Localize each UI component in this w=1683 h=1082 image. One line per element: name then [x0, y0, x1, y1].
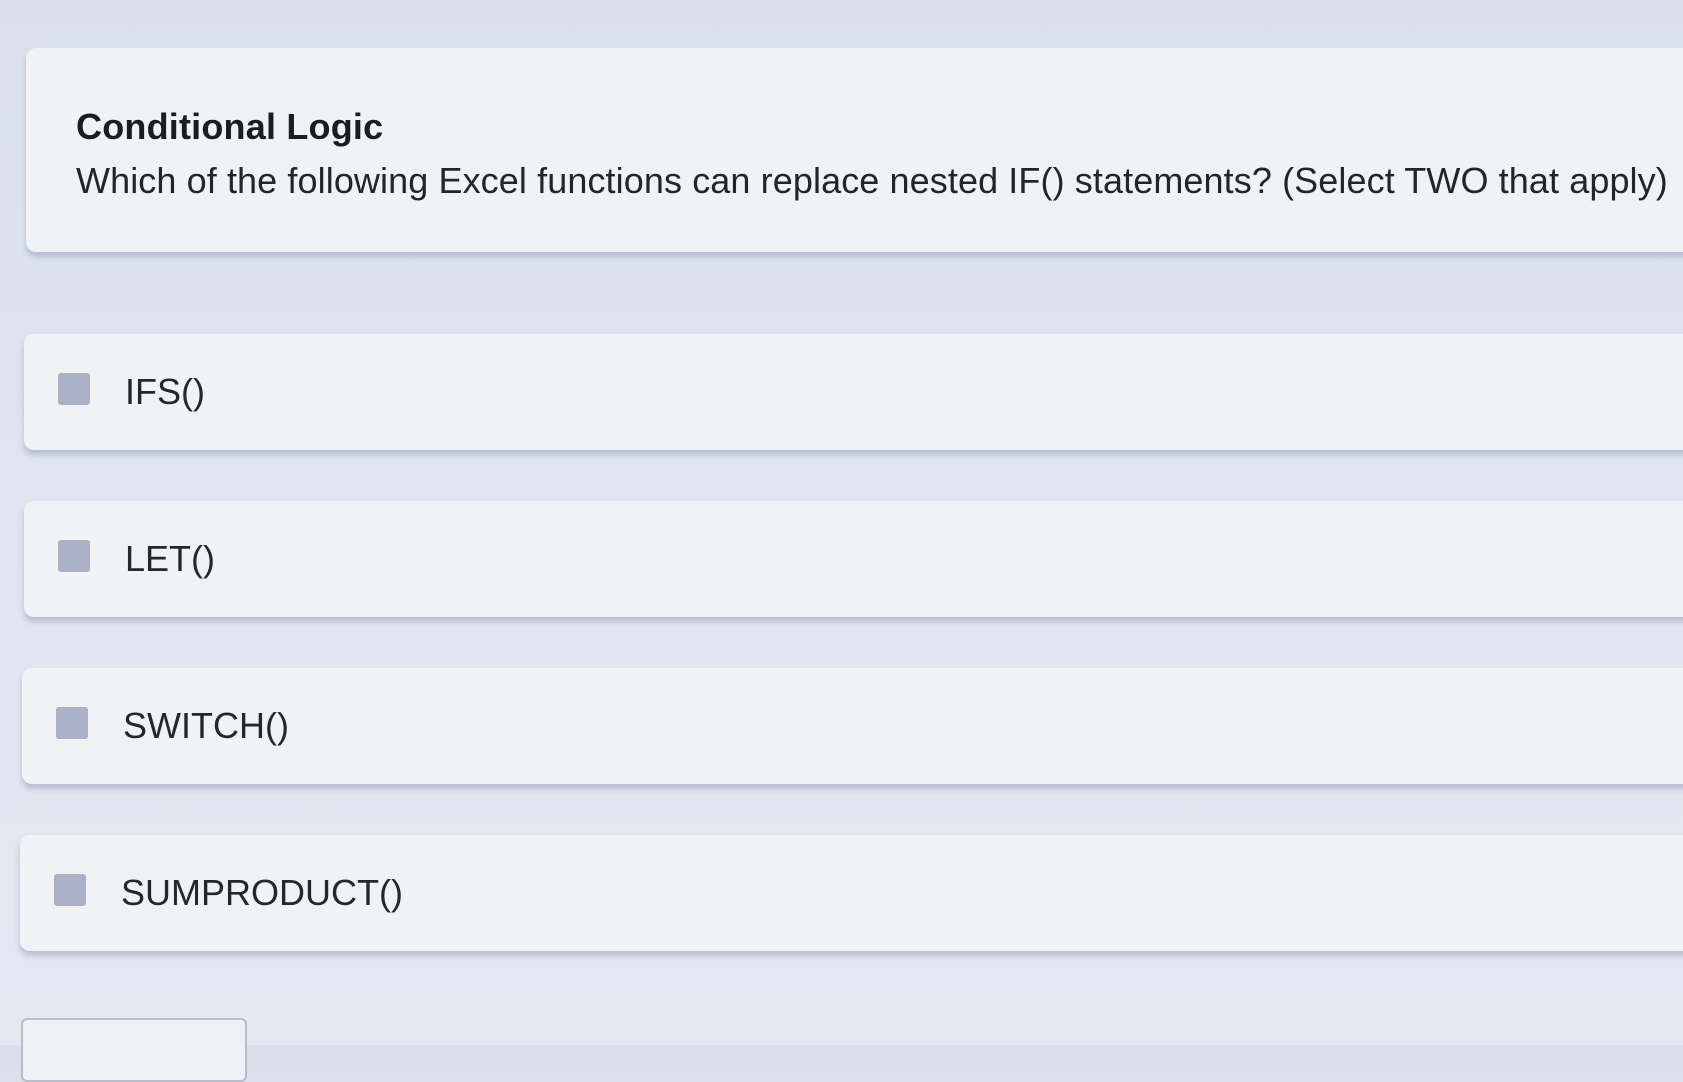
option-checkbox[interactable]: [56, 707, 88, 739]
question-text: Which of the following Excel functions c…: [76, 160, 1668, 201]
question-card: [26, 48, 1683, 252]
option-let[interactable]: LET(): [24, 501, 1683, 617]
option-label: IFS(): [125, 371, 205, 412]
option-label: SWITCH(): [123, 705, 289, 746]
option-checkbox[interactable]: [58, 540, 90, 572]
option-label: SUMPRODUCT(): [121, 872, 403, 913]
option-checkbox[interactable]: [58, 373, 90, 405]
quiz-page: Conditional Logic Which of the following…: [0, 0, 1683, 1082]
option-ifs[interactable]: IFS(): [24, 334, 1683, 450]
submit-button[interactable]: [21, 1018, 247, 1082]
option-label: LET(): [125, 538, 215, 579]
option-switch[interactable]: SWITCH(): [22, 668, 1683, 784]
question-title: Conditional Logic: [76, 106, 384, 147]
option-checkbox[interactable]: [54, 874, 86, 906]
option-sumproduct[interactable]: SUMPRODUCT(): [20, 835, 1683, 951]
